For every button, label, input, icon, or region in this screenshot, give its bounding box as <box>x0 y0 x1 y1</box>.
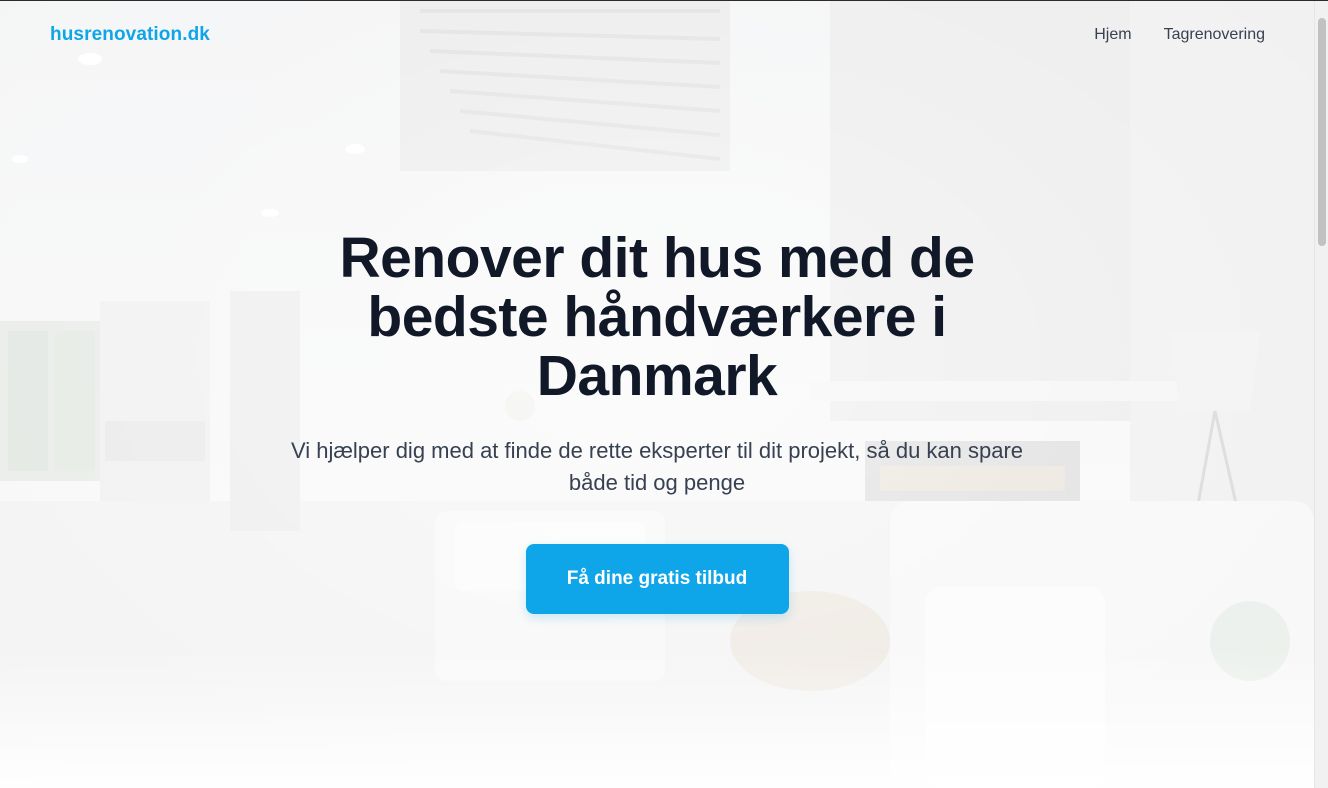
page: husrenovation.dk Hjem Tagrenovering Reno… <box>0 0 1328 788</box>
main-nav: Hjem Tagrenovering <box>1094 26 1265 44</box>
scrollbar-thumb[interactable] <box>1318 18 1326 246</box>
hero-title: Renover dit hus med de bedste håndværker… <box>339 226 975 408</box>
hero-section: Renover dit hus med de bedste håndværker… <box>0 229 1314 614</box>
site-header: husrenovation.dk Hjem Tagrenovering <box>0 1 1314 71</box>
nav-item-tagrenovering[interactable]: Tagrenovering <box>1164 26 1265 44</box>
get-free-quotes-button[interactable]: Få dine gratis tilbud <box>525 544 789 614</box>
site-logo-link[interactable]: husrenovation.dk <box>50 24 210 46</box>
vertical-scrollbar[interactable] <box>1314 1 1328 788</box>
nav-item-hjem[interactable]: Hjem <box>1094 26 1131 44</box>
hero-subtitle: Vi hjælper dig med at finde de rette eks… <box>290 438 1024 495</box>
